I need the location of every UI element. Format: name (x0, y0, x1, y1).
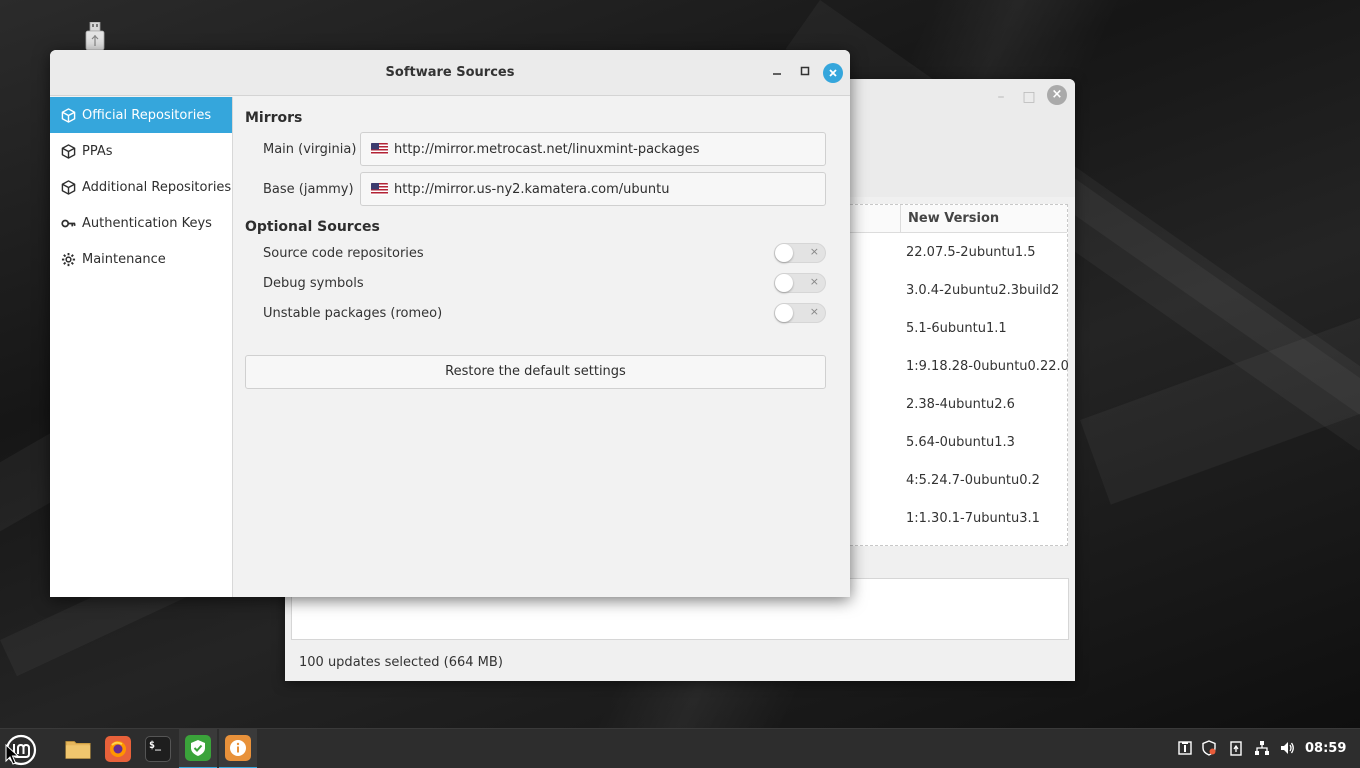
key-icon (60, 215, 76, 231)
close-icon[interactable]: × (1047, 85, 1067, 105)
base-mirror-label: Base (jammy) (263, 182, 354, 197)
notes-icon[interactable] (1176, 739, 1194, 757)
package-icon (60, 143, 76, 159)
sidebar-item-maintenance[interactable]: Maintenance (50, 241, 232, 277)
titlebar: Software Sources (50, 50, 850, 96)
main-mirror-url: http://mirror.metrocast.net/linuxmint-pa… (394, 141, 700, 157)
table-row[interactable]: 5.1-6ubuntu1.1 (906, 321, 1068, 336)
sidebar-item-label: PPAs (82, 143, 113, 159)
restore-defaults-button[interactable]: Restore the default settings (245, 355, 826, 389)
sidebar-item-label: Maintenance (82, 251, 166, 267)
table-row[interactable]: 3.0.4-2ubuntu2.3build2 (906, 283, 1068, 298)
us-flag-icon (371, 143, 388, 155)
maximize-icon[interactable] (795, 63, 815, 83)
software-sources-window: Software Sources Official Repositories P… (50, 50, 850, 597)
table-row[interactable]: 2.38-4ubuntu2.6 (906, 397, 1068, 412)
mouse-cursor-icon (5, 743, 20, 766)
sidebar-item-authentication-keys[interactable]: Authentication Keys (50, 205, 232, 241)
maximize-icon[interactable]: □ (1019, 87, 1039, 107)
volume-icon[interactable] (1278, 739, 1296, 757)
sidebar-item-label: Authentication Keys (82, 215, 212, 231)
debug-symbols-label: Debug symbols (263, 276, 364, 291)
debug-symbols-toggle[interactable]: × (774, 273, 826, 293)
info-icon (225, 735, 251, 761)
usb-drive-icon[interactable] (84, 21, 106, 51)
source-code-label: Source code repositories (263, 246, 424, 261)
table-header: New Version (850, 205, 1067, 233)
terminal-icon: $_ (145, 736, 171, 762)
mirrors-heading: Mirrors (245, 110, 303, 126)
table-row[interactable]: 5.64-0ubuntu1.3 (906, 435, 1068, 450)
network-icon[interactable] (1253, 739, 1271, 757)
sidebar-item-label: Official Repositories (82, 107, 212, 123)
update-shield-icon[interactable] (1200, 739, 1218, 757)
firefox-icon (105, 736, 131, 762)
minimize-icon[interactable]: – (991, 87, 1011, 107)
sidebar-item-official-repositories[interactable]: Official Repositories (50, 97, 232, 133)
base-mirror-url: http://mirror.us-ny2.kamatera.com/ubuntu (394, 181, 670, 197)
clipboard-icon[interactable] (1227, 739, 1245, 757)
taskbar-app-software-sources[interactable] (219, 729, 257, 768)
sidebar: Official Repositories PPAs Additional Re… (50, 97, 233, 597)
package-icon (60, 107, 76, 123)
package-icon (60, 179, 76, 195)
updates-table: New Version 22.07.5-2ubuntu1.5 3.0.4-2ub… (850, 204, 1068, 546)
taskbar-app-files[interactable] (59, 729, 97, 768)
official-repositories-panel: Mirrors Main (virginia) http://mirror.me… (233, 97, 850, 597)
gear-icon (60, 251, 76, 267)
table-row[interactable]: 4:5.24.7-0ubuntu0.2 (906, 473, 1068, 488)
unstable-packages-toggle[interactable]: × (774, 303, 826, 323)
optional-sources-heading: Optional Sources (245, 219, 380, 235)
table-row[interactable]: 1:1.30.1-7ubuntu3.1 (906, 511, 1068, 526)
table-row[interactable]: 22.07.5-2ubuntu1.5 (906, 245, 1068, 260)
taskbar-app-update-manager[interactable] (179, 729, 217, 768)
unstable-packages-label: Unstable packages (romeo) (263, 306, 443, 321)
window-title: Software Sources (385, 65, 515, 80)
sidebar-item-ppas[interactable]: PPAs (50, 133, 232, 169)
main-mirror-label: Main (virginia) (263, 142, 357, 157)
close-icon[interactable] (823, 63, 843, 83)
column-header-new-version[interactable]: New Version (908, 211, 999, 226)
us-flag-icon (371, 183, 388, 195)
sidebar-item-additional-repositories[interactable]: Additional Repositories (50, 169, 232, 205)
source-code-toggle[interactable]: × (774, 243, 826, 263)
table-row[interactable]: 1:9.18.28-0ubuntu0.22.04. (906, 359, 1068, 374)
folder-icon (65, 736, 91, 762)
base-mirror-button[interactable]: http://mirror.us-ny2.kamatera.com/ubuntu (360, 172, 826, 206)
status-text: 100 updates selected (664 MB) (299, 655, 503, 670)
taskbar-app-terminal[interactable]: $_ (139, 729, 177, 768)
minimize-icon[interactable] (767, 63, 787, 83)
sidebar-item-label: Additional Repositories (82, 179, 232, 195)
clock[interactable]: 08:59 (1305, 741, 1346, 756)
shield-icon (185, 735, 211, 761)
taskbar: $_ 08:59 (0, 728, 1360, 768)
taskbar-app-firefox[interactable] (99, 729, 137, 768)
main-mirror-button[interactable]: http://mirror.metrocast.net/linuxmint-pa… (360, 132, 826, 166)
